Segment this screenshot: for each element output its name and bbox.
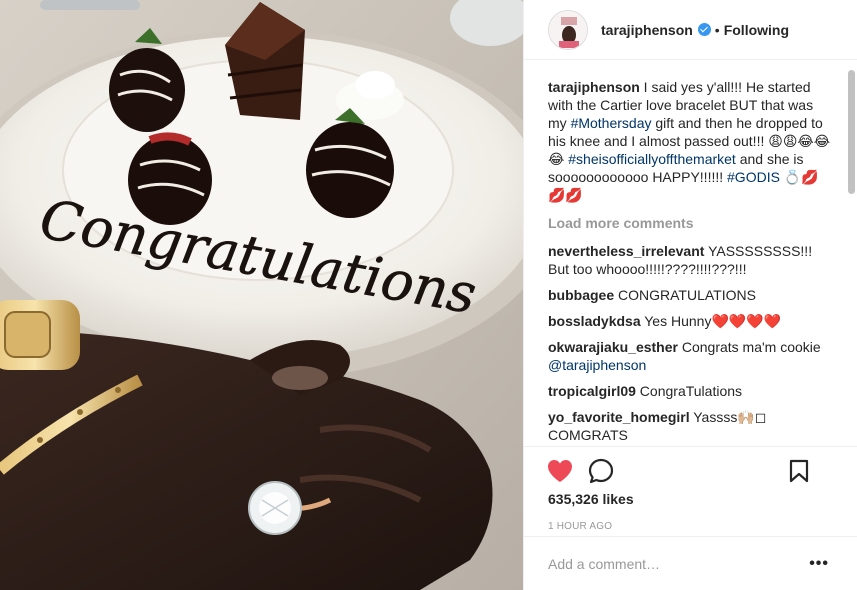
post-photo[interactable]: Congratulations (0, 0, 523, 590)
comment-input[interactable] (548, 555, 810, 572)
comment-icon (588, 458, 614, 484)
comment-text: Congrats ma'm cookie (677, 339, 821, 355)
comment-item: okwarajiaku_esther Congrats ma'm cookie … (548, 338, 833, 374)
add-comment-bar: ••• (524, 536, 857, 590)
post-author-username[interactable]: tarajiphenson (601, 22, 693, 38)
comments-list: tarajiphenson I said yes y'all!!! He sta… (524, 60, 857, 446)
comment-button[interactable] (587, 457, 615, 485)
save-button[interactable] (785, 457, 813, 485)
separator-dot: • (714, 21, 720, 38)
comment-item: tropicalgirl09 CongraTulations (548, 382, 833, 400)
bookmark-icon (789, 459, 809, 483)
post-panel: tarajiphenson • Following tarajiphenson … (523, 0, 857, 590)
comment-username[interactable]: nevertheless_irrelevant (548, 243, 704, 259)
more-icon[interactable]: ••• (809, 555, 829, 573)
mention-link[interactable]: @tarajiphenson (548, 357, 646, 373)
comment-item: bossladykdsa Yes Hunny❤️❤️❤️❤️ (548, 312, 833, 330)
comment-username[interactable]: okwarajiaku_esther (548, 339, 678, 355)
hashtag-link[interactable]: #GODIS (727, 169, 780, 185)
post-photo-art: Congratulations (0, 0, 523, 590)
avatar-image-icon (549, 10, 587, 49)
hashtag-link[interactable]: #sheisofficiallyoffthemarket (568, 151, 736, 167)
following-button[interactable]: Following (724, 22, 789, 38)
like-button[interactable] (546, 457, 574, 485)
heart-icon (548, 460, 572, 482)
avatar[interactable] (548, 9, 588, 50)
comment-item: bubbagee CONGRATULATIONS (548, 286, 833, 304)
comment-text: CONGRATULATIONS (614, 287, 756, 303)
verified-icon (697, 23, 711, 36)
post-caption: tarajiphenson I said yes y'all!!! He sta… (548, 78, 833, 204)
comment-item: nevertheless_irrelevant YASSSSSSSS!!! Bu… (548, 242, 833, 278)
comment-username[interactable]: bubbagee (548, 287, 614, 303)
comment-username[interactable]: yo_favorite_homegirl (548, 409, 690, 425)
comment-text: Yes Hunny❤️❤️❤️❤️ (640, 313, 782, 329)
post-header: tarajiphenson • Following (524, 0, 857, 60)
post-timestamp[interactable]: 1 HOUR AGO (548, 521, 833, 532)
action-icons-row (548, 447, 833, 495)
comment-username[interactable]: tropicalgirl09 (548, 383, 636, 399)
comment-text: CongraTulations (635, 383, 743, 399)
comment-username[interactable]: bossladykdsa (548, 313, 641, 329)
load-more-comments-link[interactable]: Load more comments (548, 214, 833, 232)
comment-item: yo_favorite_homegirl Yassss🙌🏼◻ COMGRATS (548, 408, 833, 444)
hashtag-link[interactable]: #Mothersday (571, 115, 652, 131)
caption-username[interactable]: tarajiphenson (548, 79, 640, 95)
